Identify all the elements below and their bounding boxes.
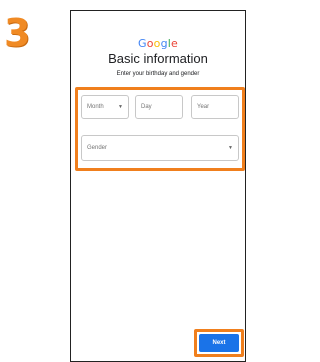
step-number: 3 (4, 11, 31, 55)
chevron-down-icon: ▼ (228, 145, 233, 151)
logo-letter: o (146, 37, 154, 50)
chevron-down-icon: ▼ (118, 104, 123, 110)
page-title: Basic information (108, 51, 208, 66)
day-input[interactable]: Day (135, 95, 183, 119)
logo-letter: e (171, 37, 179, 50)
phone-screen: Google Basic information Enter your birt… (70, 10, 246, 362)
page-subtitle: Enter your birthday and gender (116, 71, 200, 77)
day-placeholder: Day (141, 104, 152, 110)
logo-letter: g (160, 37, 168, 50)
google-logo: Google (71, 37, 245, 50)
month-placeholder: Month (87, 104, 104, 110)
month-dropdown[interactable]: Month ▼ (81, 95, 129, 119)
logo-letter: G (137, 37, 147, 50)
next-button[interactable]: Next (199, 334, 239, 352)
gender-dropdown[interactable]: Gender ▼ (81, 135, 239, 161)
gender-placeholder: Gender (87, 145, 108, 151)
year-placeholder: Year (197, 104, 210, 110)
logo-letter: o (153, 37, 161, 50)
year-input[interactable]: Year (191, 95, 239, 119)
